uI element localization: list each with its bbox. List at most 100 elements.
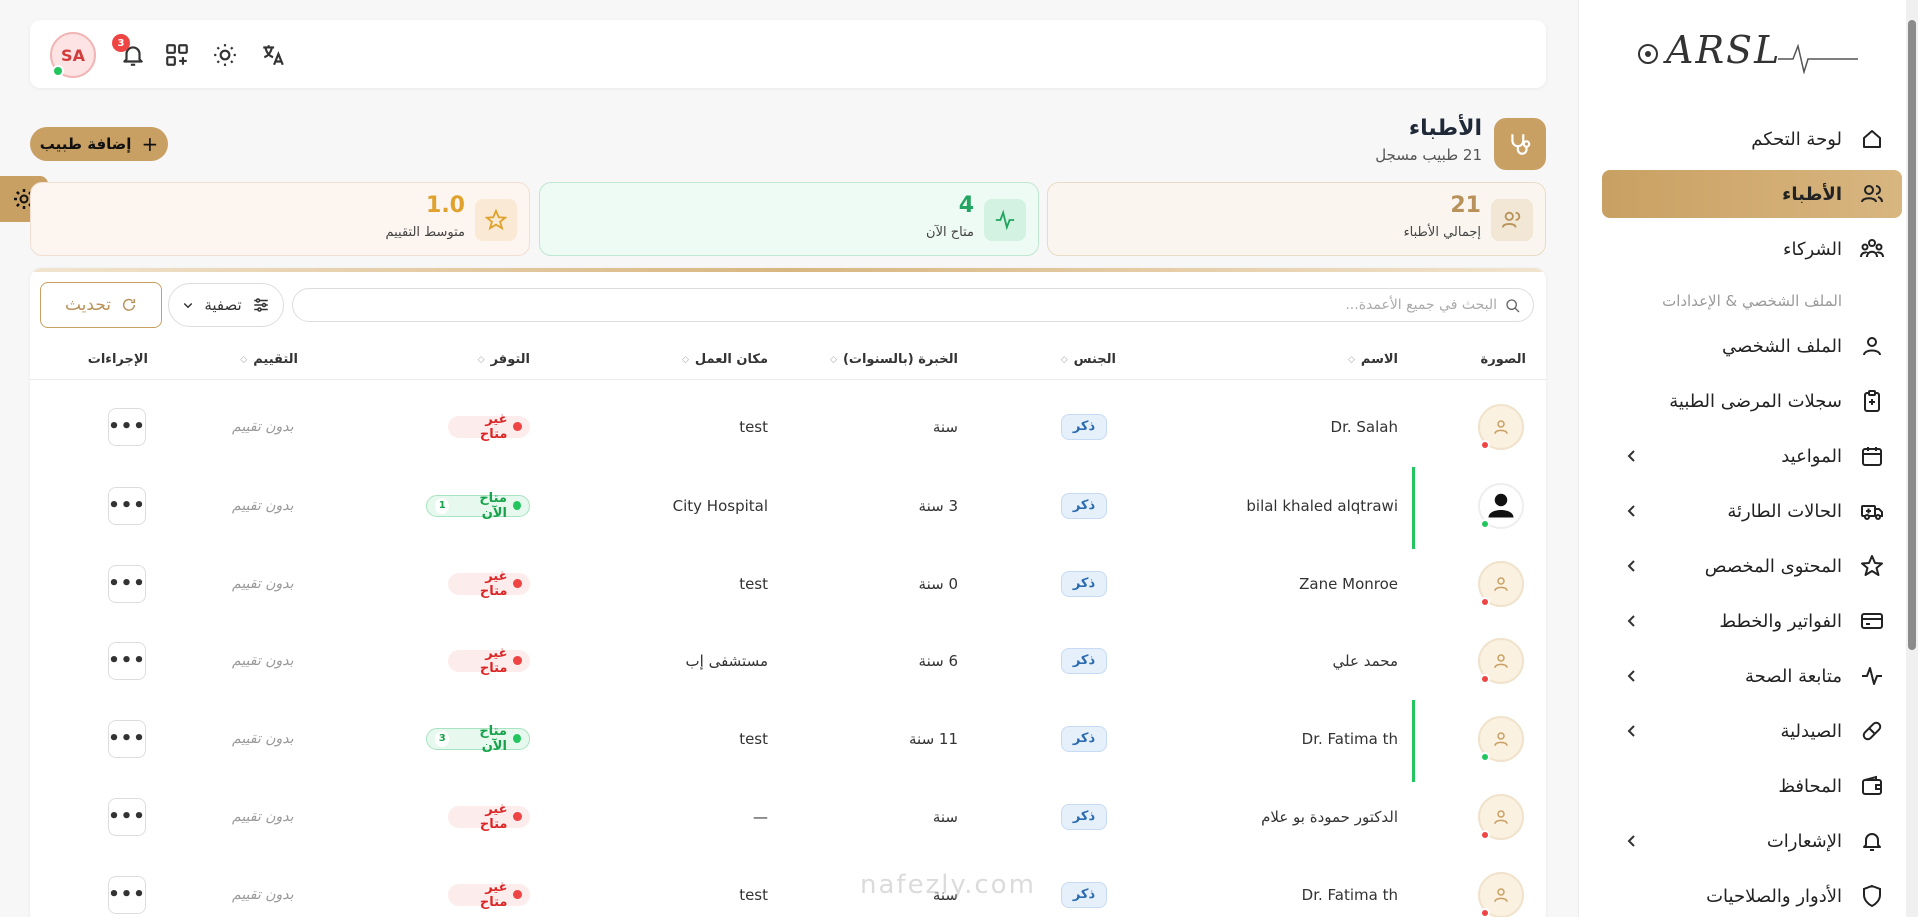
refresh-button[interactable]: تحديث: [40, 282, 162, 328]
row-actions-button[interactable]: •••: [108, 641, 146, 680]
sidebar-item-health-tracking[interactable]: متابعة الصحة: [1602, 652, 1902, 700]
availability-label: غير متاح: [479, 645, 508, 676]
table-row[interactable]: الدكتور حمودة بو علام ذكر سنة — غير متاح…: [30, 778, 1546, 855]
col-gender[interactable]: الجنس ◇: [1061, 352, 1116, 367]
table-row[interactable]: Zane Monroe ذكر 0 سنة test غير متاح بدون…: [30, 545, 1546, 622]
page-title: الأطباء: [1408, 116, 1482, 141]
doctor-name: bilal khaled alqtrawi: [1246, 496, 1398, 515]
sidebar-item-billing[interactable]: الفواتير والخطط: [1602, 597, 1902, 645]
sun-icon[interactable]: [212, 42, 238, 68]
sidebar-scrollbar[interactable]: [1906, 0, 1918, 917]
chevron-left-icon[interactable]: [1624, 448, 1640, 464]
activity-icon: [1862, 667, 1882, 685]
sidebar-item-label: المواعيد: [1781, 445, 1842, 467]
scrollbar-thumb[interactable]: [1908, 20, 1916, 650]
sidebar-item-appointments[interactable]: المواعيد: [1602, 432, 1902, 480]
status-dot: [513, 579, 522, 588]
sidebar-item-wallets[interactable]: المحافظ: [1602, 762, 1902, 810]
sidebar-item-profile[interactable]: الملف الشخصي: [1602, 322, 1902, 370]
sort-icon: ◇: [681, 354, 689, 365]
search-input[interactable]: البحث في جميع الأعمدة...: [292, 288, 1534, 322]
sidebar-item-emergencies[interactable]: الحالات الطارئة: [1602, 487, 1902, 535]
availability-label: متاح الآن: [479, 723, 507, 754]
translate-icon[interactable]: [260, 42, 286, 68]
add-doctor-button[interactable]: + إضافة طبيب: [30, 127, 168, 161]
sidebar: ARSL لوحة التحكم الأطباء الشركاء الملف ا…: [1578, 0, 1918, 917]
experience-value: 0 سنة: [918, 574, 958, 593]
notification-count-badge: 3: [112, 34, 130, 52]
filter-button[interactable]: تصفية: [168, 283, 284, 327]
col-rating[interactable]: التقييم ◇: [240, 352, 298, 367]
table-row[interactable]: Dr. Fatima th ذكر 11 سنة test متاح الآن 3…: [30, 700, 1546, 782]
chevron-left-icon[interactable]: [1624, 668, 1640, 684]
status-dot: [513, 422, 522, 431]
sidebar-item-doctors[interactable]: الأطباء: [1602, 170, 1902, 218]
sidebar-item-label: المحافظ: [1778, 775, 1842, 797]
status-dot: [513, 812, 522, 821]
col-label: الإجراءات: [87, 352, 148, 367]
col-label: مكان العمل: [694, 352, 768, 367]
logo-circle-icon[interactable]: [1638, 44, 1658, 64]
sidebar-item-custom-content[interactable]: المحتوى المخصص: [1602, 542, 1902, 590]
star-icon: [485, 209, 507, 231]
col-name[interactable]: الاسم ◇: [1348, 352, 1398, 367]
table-row[interactable]: محمد علي ذكر 6 سنة مستشفى إب غير متاح بد…: [30, 622, 1546, 699]
stethoscope-icon: [1511, 134, 1531, 155]
stat-average-rating: 1.0 متوسط التقييم: [30, 182, 530, 256]
row-actions-button[interactable]: •••: [108, 719, 146, 758]
rating-value: بدون تقييم: [232, 418, 294, 435]
offline-dot: [1480, 908, 1490, 917]
chevron-left-icon[interactable]: [1624, 723, 1640, 739]
bell-icon: [1863, 833, 1881, 851]
rating-value: بدون تقييم: [232, 886, 294, 903]
availability-label: غير متاح: [479, 411, 508, 442]
sort-icon: ◇: [1347, 354, 1355, 365]
sidebar-item-label: الملف الشخصي: [1722, 335, 1842, 357]
doctor-name: Dr. Fatima th: [1301, 885, 1398, 904]
col-workplace[interactable]: مكان العمل ◇: [682, 352, 768, 367]
apps-grid-icon[interactable]: [164, 42, 190, 68]
col-actions: الإجراءات: [88, 352, 148, 367]
doctors-table-card: البحث في جميع الأعمدة... تصفية تحديث الص…: [30, 268, 1546, 917]
row-actions-button[interactable]: •••: [108, 564, 146, 603]
chevron-left-icon[interactable]: [1624, 833, 1640, 849]
table-row[interactable]: bilal khaled alqtrawi ذكر 3 سنة City Hos…: [30, 467, 1546, 549]
partners-icon: [1860, 239, 1884, 258]
rating-value: بدون تقييم: [232, 730, 294, 747]
col-availability[interactable]: التوفر ◇: [478, 352, 530, 367]
sidebar-item-pharmacy[interactable]: الصيدلية: [1602, 707, 1902, 755]
stat-label: متوسط التقييم: [385, 225, 465, 240]
row-actions-button[interactable]: •••: [108, 875, 146, 914]
sidebar-item-notifications[interactable]: الإشعارات: [1602, 817, 1902, 865]
table-row[interactable]: Dr. Fatima th ذكر سنة test غير متاح بدون…: [30, 856, 1546, 917]
stat-value: 4: [958, 193, 974, 218]
user-icon: [1494, 810, 1508, 824]
online-dot: [1480, 519, 1490, 529]
brand-name: ARSL: [1666, 28, 1782, 72]
pill-icon: [1862, 721, 1882, 741]
sidebar-item-medical-records[interactable]: سجلات المرضى الطبية: [1602, 377, 1902, 425]
sidebar-item-partners[interactable]: الشركاء: [1602, 225, 1902, 273]
col-experience[interactable]: الخبرة (بالسنوات) ◇: [830, 352, 958, 367]
stat-icon-wrap: [984, 199, 1026, 241]
table-row[interactable]: Dr. Salah ذكر سنة test غير متاح بدون تقي…: [30, 388, 1546, 465]
sidebar-item-label: الشركاء: [1783, 238, 1842, 260]
row-actions-button[interactable]: •••: [108, 486, 146, 525]
doctor-avatar: [1478, 404, 1524, 450]
col-photo: الصورة: [1481, 352, 1526, 367]
row-actions-button[interactable]: •••: [108, 407, 146, 446]
chevron-left-icon[interactable]: [1624, 613, 1640, 629]
offline-dot: [1480, 440, 1490, 450]
doctor-name: Dr. Fatima th: [1301, 729, 1398, 748]
chevron-left-icon[interactable]: [1624, 558, 1640, 574]
workplace-value: مستشفى إب: [685, 651, 768, 670]
row-actions-button[interactable]: •••: [108, 797, 146, 836]
sidebar-item-label: الأطباء: [1782, 183, 1842, 205]
online-dot: [1480, 752, 1490, 762]
sidebar-item-roles[interactable]: الأدوار والصلاحيات: [1602, 872, 1902, 917]
availability-badge: غير متاح: [448, 646, 530, 676]
rating-value: بدون تقييم: [232, 808, 294, 825]
chevron-left-icon[interactable]: [1624, 503, 1640, 519]
more-horizontal-icon: •••: [108, 495, 146, 516]
sidebar-item-dashboard[interactable]: لوحة التحكم: [1602, 115, 1902, 163]
